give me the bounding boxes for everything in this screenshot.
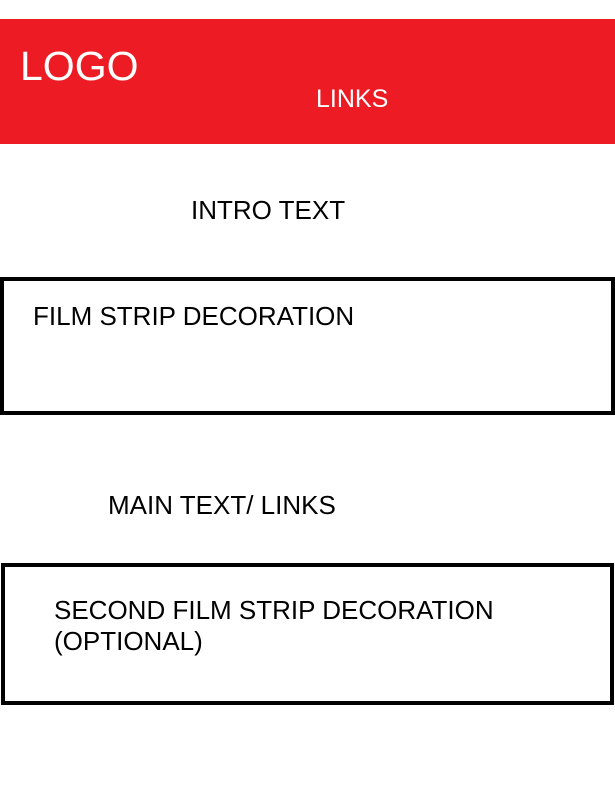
second-film-strip-label: SECOND FILM STRIP DECORATION (OPTIONAL): [54, 595, 494, 657]
intro-text: INTRO TEXT: [191, 195, 346, 225]
header-links[interactable]: LINKS: [316, 84, 388, 114]
main-text-links[interactable]: MAIN TEXT/ LINKS: [108, 489, 336, 521]
logo[interactable]: LOGO: [20, 43, 138, 89]
second-film-strip-decoration: SECOND FILM STRIP DECORATION (OPTIONAL): [1, 563, 614, 705]
header: LOGO LINKS: [0, 19, 615, 144]
second-film-strip-label-line1: SECOND FILM STRIP DECORATION: [54, 595, 494, 625]
film-strip-label: FILM STRIP DECORATION: [33, 301, 355, 331]
film-strip-decoration: FILM STRIP DECORATION: [0, 277, 615, 415]
second-film-strip-label-line2: (OPTIONAL): [54, 626, 203, 656]
